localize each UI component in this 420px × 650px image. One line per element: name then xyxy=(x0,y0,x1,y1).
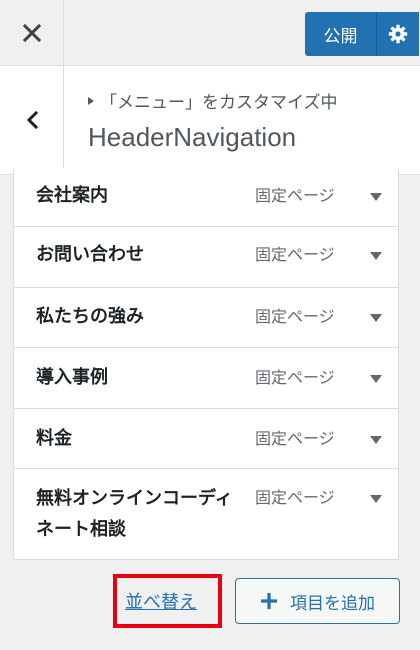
caret-down-icon xyxy=(370,193,382,201)
menu-item-toggle[interactable] xyxy=(369,251,383,261)
reorder-button[interactable]: 並べ替え xyxy=(125,588,197,614)
menu-item-type: 固定ページ xyxy=(255,307,335,326)
menu-item-type: 固定ページ xyxy=(255,429,335,448)
caret-right-icon xyxy=(88,96,94,105)
menu-item-toggle[interactable] xyxy=(369,192,383,202)
menu-item-title: 私たちの強み xyxy=(36,306,144,327)
menu-items-list: 会社案内 固定ページ お問い合わせ 固定ページ 私たちの強み 固定ページ 導入事… xyxy=(13,168,399,560)
menu-item[interactable]: 導入事例 固定ページ xyxy=(14,348,398,409)
caret-down-icon xyxy=(370,314,382,322)
menu-item-title: お問い合わせ xyxy=(36,244,144,265)
back-button[interactable] xyxy=(0,66,64,174)
caret-down-icon xyxy=(370,495,382,503)
breadcrumb: 「メニュー」をカスタマイズ中 xyxy=(88,88,338,113)
menu-item-toggle[interactable] xyxy=(369,313,383,323)
menu-item[interactable]: 料金 固定ページ xyxy=(14,409,398,469)
menu-item-toggle[interactable] xyxy=(369,374,383,384)
menu-item-title: 料金 xyxy=(36,428,72,449)
menu-item-type: 固定ページ xyxy=(255,245,335,264)
breadcrumb-text: 「メニュー」をカスタマイズ中 xyxy=(100,93,338,113)
menu-item-title: 導入事例 xyxy=(36,367,108,388)
menu-item-title: 無料オンラインコーディネート相談 xyxy=(36,488,233,540)
add-item-label: 項目を追加 xyxy=(290,593,375,614)
section-header: 「メニュー」をカスタマイズ中 HeaderNavigation xyxy=(0,66,420,175)
close-icon xyxy=(22,24,41,42)
caret-down-icon xyxy=(370,252,382,260)
customizer-header: 公開 xyxy=(0,0,420,66)
add-item-button[interactable]: 項目を追加 xyxy=(235,578,400,624)
menu-item-type: 固定ページ xyxy=(255,368,335,387)
gear-icon xyxy=(388,24,408,44)
publish-settings-button[interactable] xyxy=(377,12,419,56)
publish-group: 公開 xyxy=(305,12,419,56)
chevron-left-icon xyxy=(26,110,38,130)
caret-down-icon xyxy=(370,375,382,383)
publish-button[interactable]: 公開 xyxy=(305,12,376,56)
section-title: HeaderNavigation xyxy=(88,122,297,152)
menu-item-type: 固定ページ xyxy=(255,488,335,507)
plus-icon xyxy=(261,593,277,609)
close-button[interactable] xyxy=(0,0,64,66)
menu-item-type: 固定ページ xyxy=(255,186,335,205)
menu-item-toggle[interactable] xyxy=(369,435,383,445)
menu-item[interactable]: 私たちの強み 固定ページ xyxy=(14,288,398,348)
menu-item[interactable]: お問い合わせ 固定ページ xyxy=(14,227,398,288)
menu-item[interactable]: 無料オンラインコーディネート相談 固定ページ xyxy=(14,469,398,559)
menu-item-title: 会社案内 xyxy=(36,185,108,206)
caret-down-icon xyxy=(370,436,382,444)
menu-item[interactable]: 会社案内 固定ページ xyxy=(14,168,398,227)
menu-item-toggle[interactable] xyxy=(369,494,383,504)
